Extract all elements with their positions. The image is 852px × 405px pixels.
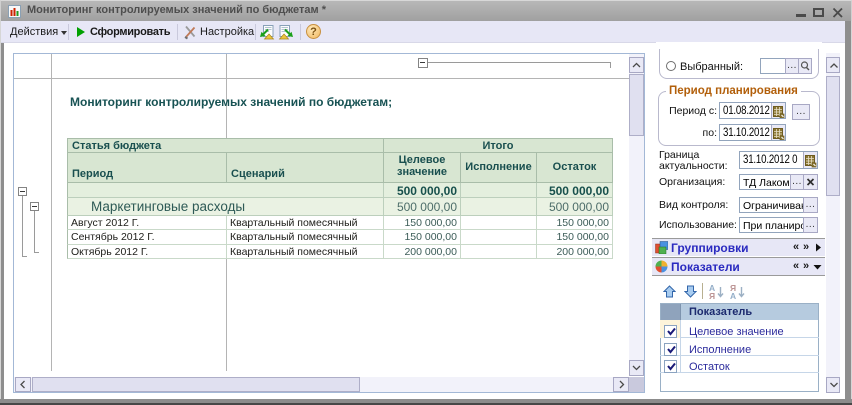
svg-text:Я: Я — [709, 291, 715, 300]
svg-text:А: А — [730, 291, 736, 300]
